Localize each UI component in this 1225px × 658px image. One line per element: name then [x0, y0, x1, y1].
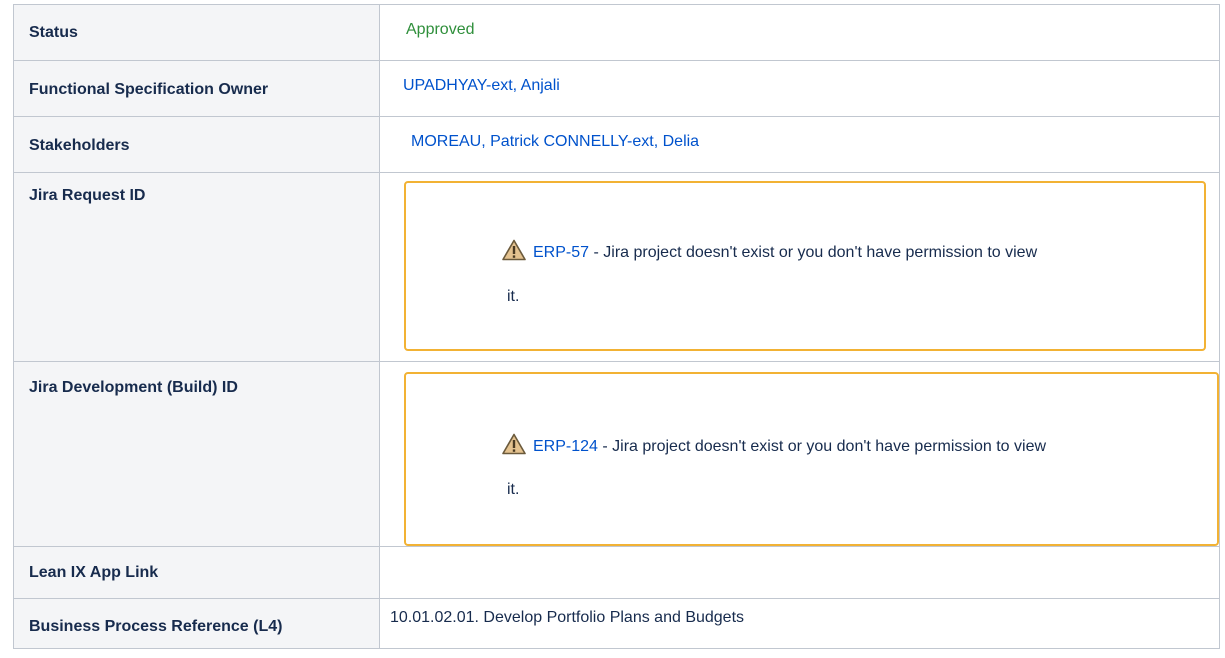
- table-row: Jira Request ID ERP-57 - Jira project do…: [13, 172, 1220, 362]
- jira-issue-link[interactable]: ERP-57: [533, 244, 589, 261]
- jira-error-message: - Jira project doesn't exist or you don'…: [593, 244, 1038, 261]
- table-row: Functional Specification Owner UPADHYAY-…: [13, 60, 1220, 117]
- row-value: 10.01.02.01. Develop Portfolio Plans and…: [379, 598, 1220, 649]
- jira-issue-link[interactable]: ERP-124: [533, 438, 598, 455]
- jira-issue-line: ERP-124 - Jira project doesn't exist or …: [502, 429, 1046, 465]
- stakeholder-user-link[interactable]: MOREAU, Patrick CONNELLY-ext, Delia: [411, 133, 1219, 151]
- row-value: ERP-57 - Jira project doesn't exist or y…: [379, 172, 1220, 362]
- row-value: MOREAU, Patrick CONNELLY-ext, Delia: [379, 116, 1220, 173]
- jira-error-message-wrap: it.: [507, 288, 520, 305]
- jira-issue-macro: ERP-124 - Jira project doesn't exist or …: [404, 372, 1219, 546]
- row-label: Jira Request ID: [29, 187, 146, 204]
- jira-error-message: - Jira project doesn't exist or you don'…: [602, 438, 1047, 455]
- table-row: Status Approved: [13, 4, 1220, 61]
- page-properties-table: Status Approved Functional Specification…: [13, 4, 1220, 649]
- row-value: Approved: [379, 4, 1220, 61]
- row-key: Status: [13, 4, 380, 61]
- row-key: Stakeholders: [13, 116, 380, 173]
- table-row: Stakeholders MOREAU, Patrick CONNELLY-ex…: [13, 116, 1220, 173]
- jira-issue-line: ERP-57 - Jira project doesn't exist or y…: [502, 235, 1037, 271]
- status-approved: Approved: [406, 21, 475, 38]
- table-row: Lean IX App Link: [13, 546, 1220, 599]
- row-key: Jira Development (Build) ID: [13, 361, 380, 547]
- row-label: Status: [29, 24, 78, 41]
- warning-icon: [502, 433, 526, 455]
- row-key: Lean IX App Link: [13, 546, 380, 599]
- row-key: Business Process Reference (L4): [13, 598, 380, 649]
- row-value: UPADHYAY-ext, Anjali: [379, 60, 1220, 117]
- row-key: Functional Specification Owner: [13, 60, 380, 117]
- row-label: Jira Development (Build) ID: [29, 379, 238, 396]
- row-label: Stakeholders: [29, 137, 130, 154]
- row-key: Jira Request ID: [13, 172, 380, 362]
- process-reference-value: 10.01.02.01. Develop Portfolio Plans and…: [390, 609, 745, 626]
- table-row: Jira Development (Build) ID ERP-124 - Ji…: [13, 361, 1220, 547]
- owner-user-link[interactable]: UPADHYAY-ext, Anjali: [403, 77, 1219, 95]
- row-value: [379, 546, 1220, 599]
- row-label: Functional Specification Owner: [29, 81, 269, 98]
- row-value: ERP-124 - Jira project doesn't exist or …: [379, 361, 1220, 547]
- warning-icon: [502, 239, 526, 261]
- row-label: Business Process Reference (L4): [29, 618, 283, 635]
- table-row: Business Process Reference (L4) 10.01.02…: [13, 598, 1220, 649]
- jira-issue-macro: ERP-57 - Jira project doesn't exist or y…: [404, 181, 1206, 351]
- jira-error-message-wrap: it.: [507, 481, 520, 498]
- row-label: Lean IX App Link: [29, 564, 159, 581]
